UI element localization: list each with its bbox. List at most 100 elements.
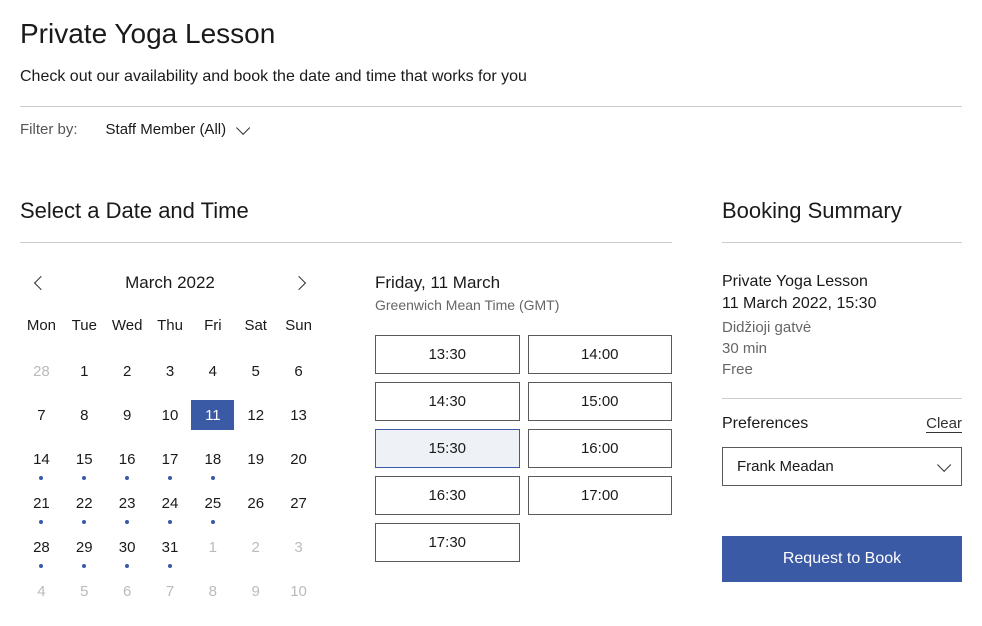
preferences-label: Preferences [722, 415, 808, 433]
calendar-day[interactable]: 28 [20, 532, 63, 562]
request-to-book-button[interactable]: Request to Book [722, 536, 962, 582]
prev-month-button[interactable] [32, 274, 50, 292]
chevron-left-icon [34, 276, 48, 290]
staff-select[interactable]: Frank Meadan [722, 447, 962, 486]
calendar-day[interactable]: 14 [20, 444, 63, 474]
calendar-weekday: Fri [191, 317, 234, 342]
calendar-day[interactable]: 15 [63, 444, 106, 474]
chevron-down-icon [937, 457, 951, 471]
time-slot[interactable]: 13:30 [375, 335, 520, 374]
availability-dot [39, 476, 43, 480]
divider [722, 398, 962, 399]
calendar-day[interactable]: 9 [106, 400, 149, 430]
calendar-day[interactable]: 30 [106, 532, 149, 562]
calendar-day[interactable]: 26 [234, 488, 277, 518]
availability-dot [211, 476, 215, 480]
filter-label: Filter by: [20, 121, 78, 138]
calendar-day: 6 [106, 576, 149, 606]
next-month-button[interactable] [290, 274, 308, 292]
calendar-day: 7 [149, 576, 192, 606]
calendar-day: 28 [20, 356, 63, 386]
calendar-day[interactable]: 2 [106, 356, 149, 386]
calendar-day[interactable]: 17 [149, 444, 192, 474]
calendar-day: 3 [277, 532, 320, 562]
availability-dot [125, 564, 129, 568]
calendar-day[interactable]: 29 [63, 532, 106, 562]
time-slot[interactable]: 17:30 [375, 523, 520, 562]
divider [20, 242, 672, 243]
calendar-day[interactable]: 16 [106, 444, 149, 474]
timezone-label: Greenwich Mean Time (GMT) [375, 297, 672, 313]
calendar-day: 10 [277, 576, 320, 606]
availability-dot [82, 520, 86, 524]
staff-select-value: Frank Meadan [737, 458, 834, 475]
availability-dot [168, 564, 172, 568]
summary-datetime: 11 March 2022, 15:30 [722, 295, 962, 313]
clear-preferences-link[interactable]: Clear [926, 415, 962, 433]
availability-dot [125, 476, 129, 480]
availability-dot [125, 520, 129, 524]
calendar-day[interactable]: 19 [234, 444, 277, 474]
calendar-day[interactable]: 10 [149, 400, 192, 430]
calendar-day: 4 [20, 576, 63, 606]
calendar-day: 2 [234, 532, 277, 562]
calendar-day: 1 [191, 532, 234, 562]
staff-filter-value: Staff Member (All) [106, 121, 227, 138]
time-slot[interactable]: 14:00 [528, 335, 673, 374]
calendar-day[interactable]: 13 [277, 400, 320, 430]
summary-duration: 30 min [722, 340, 962, 357]
calendar-day[interactable]: 5 [234, 356, 277, 386]
calendar-day[interactable]: 24 [149, 488, 192, 518]
chevron-down-icon [236, 120, 250, 134]
calendar-day: 9 [234, 576, 277, 606]
time-slot[interactable]: 15:30 [375, 429, 520, 468]
calendar-weekday: Thu [149, 317, 192, 342]
availability-dot [39, 564, 43, 568]
calendar-weekday: Wed [106, 317, 149, 342]
calendar-day[interactable]: 6 [277, 356, 320, 386]
calendar-day: 5 [63, 576, 106, 606]
calendar-month-year: March 2022 [125, 273, 215, 293]
calendar-day[interactable]: 23 [106, 488, 149, 518]
calendar-day[interactable]: 20 [277, 444, 320, 474]
calendar-weekday: Sun [277, 317, 320, 342]
availability-dot [39, 520, 43, 524]
summary-service: Private Yoga Lesson [722, 273, 962, 291]
availability-dot [82, 476, 86, 480]
time-slot[interactable]: 17:00 [528, 476, 673, 515]
time-slot[interactable]: 16:30 [375, 476, 520, 515]
time-slot[interactable]: 16:00 [528, 429, 673, 468]
chevron-right-icon [292, 276, 306, 290]
calendar-weekday: Sat [234, 317, 277, 342]
filter-row: Filter by: Staff Member (All) [20, 121, 962, 138]
selected-date-heading: Friday, 11 March [375, 273, 672, 293]
divider [722, 242, 962, 243]
summary-price: Free [722, 361, 962, 378]
calendar-day[interactable]: 4 [191, 356, 234, 386]
select-date-time-heading: Select a Date and Time [20, 198, 672, 224]
availability-dot [211, 520, 215, 524]
calendar-day[interactable]: 12 [234, 400, 277, 430]
time-slot[interactable]: 14:30 [375, 382, 520, 421]
calendar-day[interactable]: 7 [20, 400, 63, 430]
availability-dot [168, 520, 172, 524]
page-title: Private Yoga Lesson [20, 18, 962, 50]
calendar-day[interactable]: 31 [149, 532, 192, 562]
calendar-day[interactable]: 21 [20, 488, 63, 518]
divider [20, 106, 962, 107]
calendar-day[interactable]: 27 [277, 488, 320, 518]
calendar-day[interactable]: 22 [63, 488, 106, 518]
calendar-day[interactable]: 25 [191, 488, 234, 518]
calendar-day[interactable]: 11 [191, 400, 234, 430]
page-subtitle: Check out our availability and book the … [20, 68, 962, 86]
calendar-day[interactable]: 1 [63, 356, 106, 386]
calendar-day[interactable]: 18 [191, 444, 234, 474]
calendar-day[interactable]: 3 [149, 356, 192, 386]
calendar-day[interactable]: 8 [63, 400, 106, 430]
calendar: March 2022 MonTueWedThuFriSatSun28123456… [20, 273, 320, 606]
availability-dot [168, 476, 172, 480]
summary-location: Didžioji gatvė [722, 319, 962, 336]
time-slot[interactable]: 15:00 [528, 382, 673, 421]
time-slots: Friday, 11 March Greenwich Mean Time (GM… [375, 273, 672, 606]
staff-filter-dropdown[interactable]: Staff Member (All) [106, 121, 247, 138]
